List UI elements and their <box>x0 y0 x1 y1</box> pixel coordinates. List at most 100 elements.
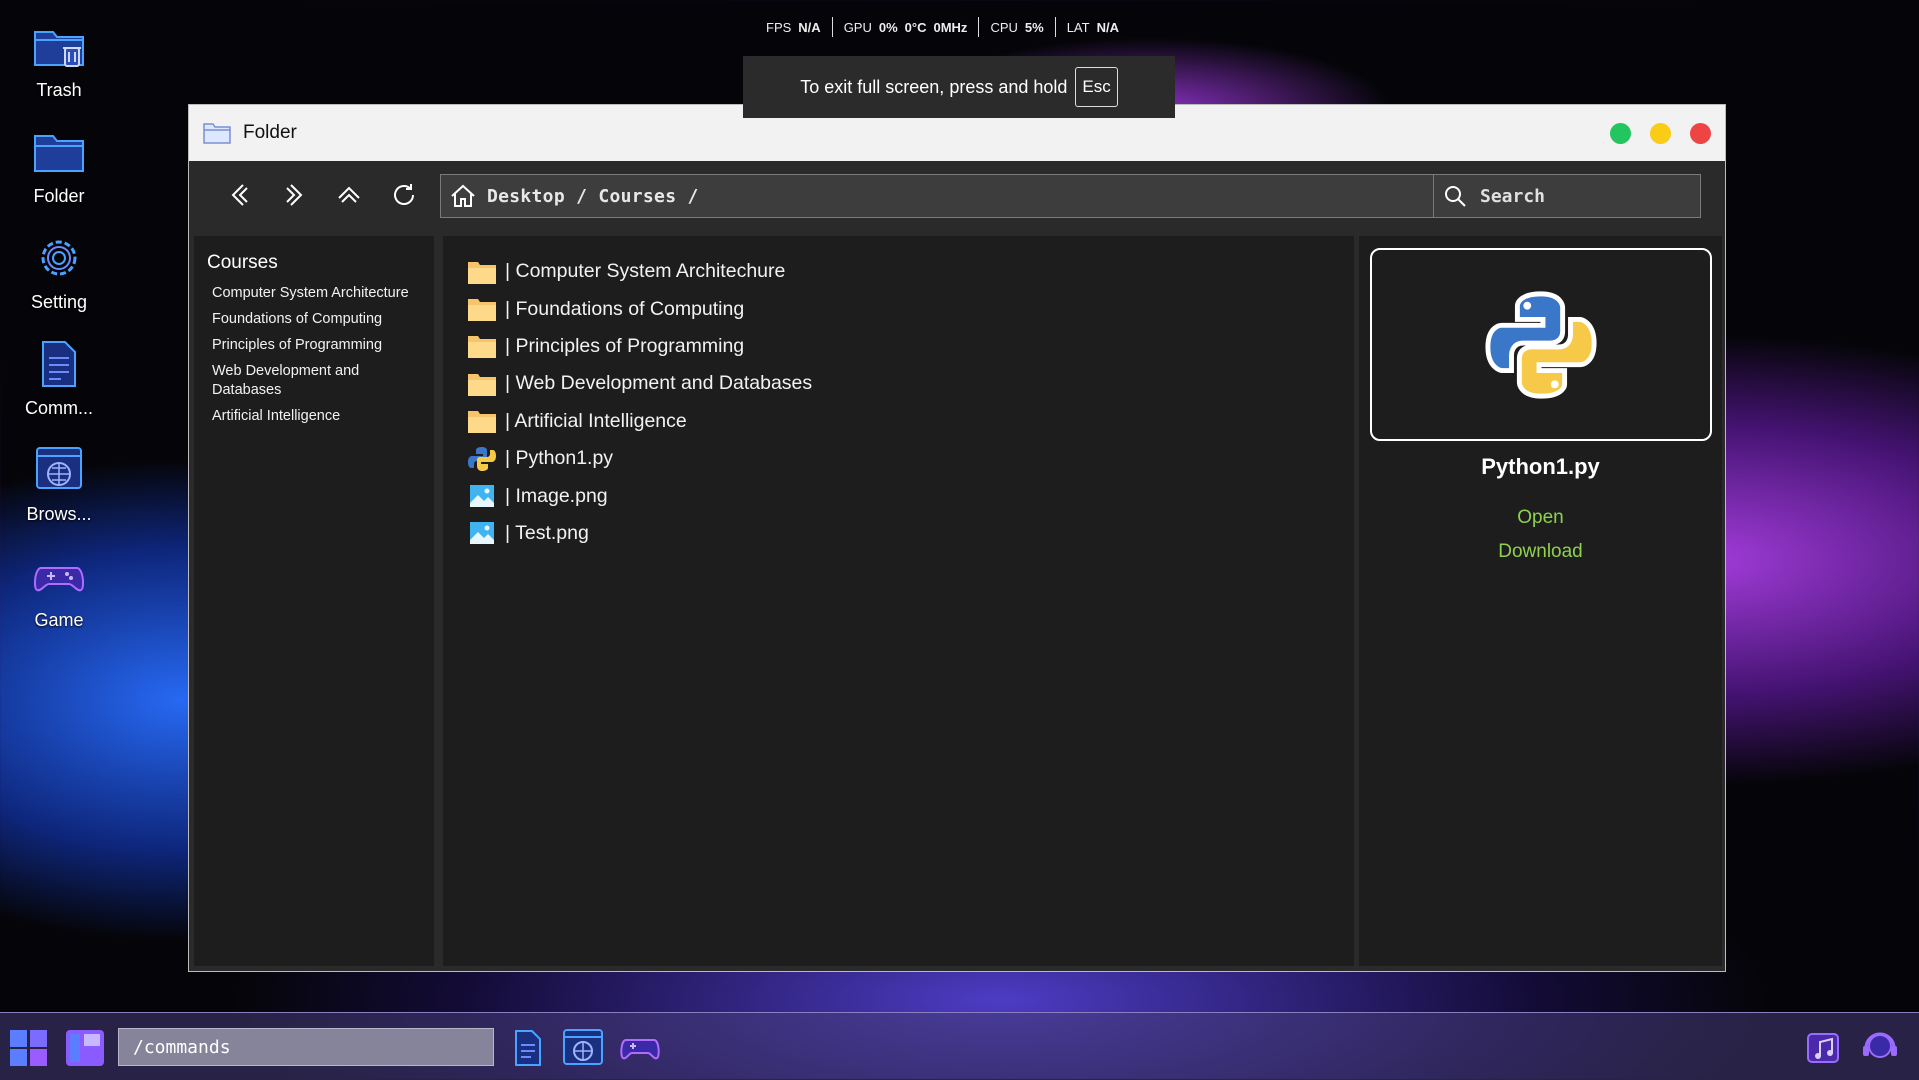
file-name: | Artificial Intelligence <box>505 409 687 432</box>
file-name: | Foundations of Computing <box>505 297 745 320</box>
document-icon <box>42 341 76 387</box>
gpu-clock: 0MHz <box>933 19 968 35</box>
command-input[interactable] <box>131 1035 475 1059</box>
chevron-left-icon <box>231 184 248 206</box>
desktop-icon-label: Comm... <box>24 398 93 418</box>
file-item[interactable]: | Foundations of Computing <box>467 290 1354 327</box>
browser-globe-icon <box>36 447 82 489</box>
sidebar-item[interactable]: Foundations of Computing <box>212 310 422 329</box>
maximize-button[interactable] <box>1610 122 1631 144</box>
support-headset-icon[interactable] <box>1858 1028 1902 1066</box>
performance-overlay: FPS N/A GPU 0% 0°C 0MHz CPU 5% LAT N/A <box>755 16 1130 38</box>
desktop-icons: Trash Folder Setting Comm... Brows... Ga… <box>0 18 118 654</box>
file-item[interactable]: | Web Development and Databases <box>467 365 1354 402</box>
sidebar-item[interactable]: Principles of Programming <box>212 336 422 355</box>
image-file-icon <box>470 485 494 508</box>
open-link[interactable]: Open <box>1359 507 1722 529</box>
up-button[interactable] <box>332 178 366 212</box>
desktop-icon-comm[interactable]: Comm... <box>0 336 118 442</box>
desktop-icon-trash[interactable]: Trash <box>0 18 118 124</box>
taskbar <box>0 1012 1919 1080</box>
desktop-icon-browser[interactable]: Brows... <box>0 442 118 548</box>
desktop-icon-setting[interactable]: Setting <box>0 230 118 336</box>
gamepad-icon[interactable] <box>618 1028 662 1068</box>
chevron-up-icon <box>338 186 360 203</box>
desktop-icon-label: Folder <box>33 186 85 206</box>
python-logo-icon <box>1485 290 1597 399</box>
file-item[interactable]: | Artificial Intelligence <box>467 403 1354 440</box>
folder-icon <box>468 411 496 434</box>
search-input[interactable] <box>1478 184 1682 208</box>
toast-text: To exit full screen, press and hold <box>800 76 1068 97</box>
sidebar-item[interactable]: Computer System Architecture <box>212 284 422 303</box>
file-item[interactable]: | Computer System Architechure <box>467 253 1354 290</box>
file-list: | Computer System Architechure | Foundat… <box>443 236 1354 552</box>
cpu-stat: CPU 5% <box>979 20 1054 35</box>
folder-window: Folder Desktop / Courses / Courses <box>188 104 1726 972</box>
search-box[interactable] <box>1433 174 1701 218</box>
image-file-icon <box>470 522 494 545</box>
file-item[interactable]: | Image.png <box>467 477 1354 514</box>
window-title: Folder <box>243 122 297 143</box>
file-name: | Test.png <box>505 521 589 544</box>
file-name: | Python1.py <box>505 447 614 470</box>
file-name: | Web Development and Databases <box>505 372 813 395</box>
file-item[interactable]: | Python1.py <box>467 440 1354 477</box>
gpu-usage: 0% <box>878 19 898 35</box>
minimize-button[interactable] <box>1650 122 1671 144</box>
fps-label: FPS <box>766 19 792 35</box>
back-button[interactable] <box>223 178 257 212</box>
refresh-icon <box>394 184 414 205</box>
cpu-value: 5% <box>1024 19 1044 35</box>
file-item[interactable]: | Test.png <box>467 515 1354 552</box>
gpu-label: GPU <box>843 19 872 35</box>
refresh-button[interactable] <box>387 178 421 212</box>
chevron-right-icon <box>286 184 303 206</box>
gear-icon <box>41 240 77 276</box>
preview-filename: Python1.py <box>1481 454 1600 479</box>
window-controls <box>1610 122 1711 144</box>
preview-thumbnail <box>1370 248 1712 441</box>
lat-value: N/A <box>1096 19 1119 35</box>
folder-icon <box>468 261 496 284</box>
command-bar[interactable] <box>118 1028 494 1066</box>
close-button[interactable] <box>1690 122 1711 144</box>
document-icon[interactable] <box>508 1028 548 1068</box>
browser-globe-icon[interactable] <box>562 1028 604 1068</box>
breadcrumb: Desktop / Courses / <box>487 185 699 207</box>
address-bar[interactable]: Desktop / Courses / <box>440 174 1488 218</box>
desktop-icon-label: Setting <box>30 292 88 312</box>
gpu-temp: 0°C <box>904 19 927 35</box>
esc-key-hint: Esc <box>1075 67 1118 107</box>
file-name: | Image.png <box>505 484 608 507</box>
gpu-stat: GPU 0% 0°C 0MHz <box>833 20 979 35</box>
gamepad-icon <box>33 567 85 592</box>
folder-icon <box>34 135 84 172</box>
file-name: | Principles of Programming <box>505 334 745 357</box>
folder-icon <box>468 299 496 322</box>
folder-icon <box>468 373 496 396</box>
desktop-icon-folder[interactable]: Folder <box>0 124 118 230</box>
app-launcher-icon[interactable] <box>64 1028 106 1068</box>
toolbar: Desktop / Courses / <box>189 161 1725 231</box>
sidebar-item[interactable]: Artificial Intelligence <box>212 407 422 426</box>
fullscreen-exit-toast: To exit full screen, press and hold Esc <box>743 56 1175 118</box>
desktop-icon-game[interactable]: Game <box>0 548 118 654</box>
fps-value: N/A <box>798 19 821 35</box>
desktop-icon-label: Game <box>34 610 84 630</box>
preview-panel: Python1.py Open Download <box>1359 236 1722 966</box>
search-icon <box>1445 186 1466 207</box>
music-icon[interactable] <box>1806 1028 1842 1066</box>
desktop-icon-label: Brows... <box>26 504 92 524</box>
download-link[interactable]: Download <box>1359 541 1722 563</box>
lat-label: LAT <box>1066 19 1090 35</box>
folder-icon <box>468 336 496 359</box>
desktop-icon-label: Trash <box>36 80 82 100</box>
sidebar-item[interactable]: Web Development and Databases <box>212 362 422 400</box>
forward-button[interactable] <box>277 178 311 212</box>
file-item[interactable]: | Principles of Programming <box>467 328 1354 365</box>
home-icon <box>451 184 475 207</box>
latency-stat: LAT N/A <box>1056 20 1130 35</box>
file-name: | Computer System Architechure <box>505 260 786 283</box>
start-grid-icon[interactable] <box>8 1028 50 1068</box>
